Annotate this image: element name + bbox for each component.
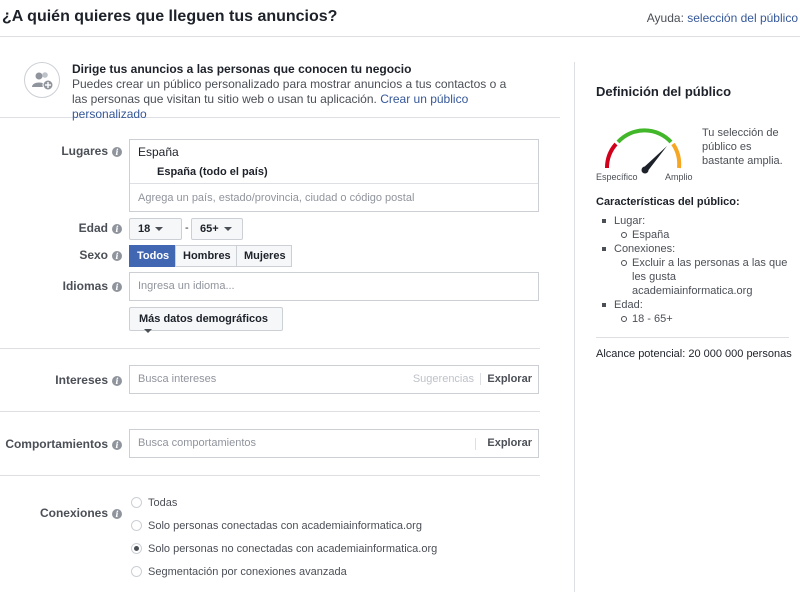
connections-option-advanced[interactable]: Segmentación por conexiones avanzada: [131, 566, 347, 578]
list-item: Lugar:: [596, 214, 791, 228]
info-icon[interactable]: i: [112, 509, 122, 519]
caret-down-icon: [155, 227, 164, 231]
radio-label: Solo personas no conectadas con academia…: [148, 543, 438, 555]
comportamientos-label-text: Comportamientos: [5, 437, 108, 451]
intro-heading: Dirige tus anuncios a las personas que c…: [72, 62, 412, 76]
divider: [0, 475, 540, 476]
gauge-description: Tu selección de público es bastante ampl…: [702, 127, 783, 167]
characteristics-list: Lugar: España Conexiones: Excluir a las …: [596, 214, 791, 326]
gauge-left-label: Específico: [596, 172, 638, 182]
edad-label: Edad i: [40, 221, 122, 235]
behaviors-search-field[interactable]: Busca comportamientos Explorar: [129, 429, 539, 458]
suggestions-button[interactable]: Sugerencias: [413, 373, 481, 385]
location-scope: España (todo el país): [157, 166, 268, 178]
radio-label: Solo personas conectadas con academiainf…: [148, 520, 422, 532]
audience-definition-panel: Definición del público Específico Amplio…: [574, 62, 800, 592]
explore-button[interactable]: Explorar: [487, 373, 532, 385]
info-icon[interactable]: i: [112, 376, 122, 386]
info-icon[interactable]: i: [112, 282, 122, 292]
intereses-label-text: Intereses: [55, 373, 108, 387]
radio-button[interactable]: [131, 497, 142, 508]
explore-button[interactable]: Explorar: [487, 437, 532, 449]
age-min-value: 18: [138, 223, 151, 235]
intereses-label: Intereses i: [20, 373, 122, 387]
behaviors-input[interactable]: Busca comportamientos: [138, 437, 256, 449]
custom-audience-intro: Dirige tus anuncios a las personas que c…: [0, 38, 560, 121]
page-header: ¿A quién quieres que lleguen tus anuncio…: [0, 0, 800, 37]
age-separator: -: [185, 222, 189, 234]
gender-all-button[interactable]: Todos: [129, 245, 176, 267]
gauge-right-label: Amplio: [665, 172, 693, 182]
age-max-dropdown[interactable]: 65+: [191, 218, 243, 240]
comportamientos-label: Comportamientos i: [4, 437, 122, 451]
age-max-value: 65+: [200, 223, 219, 235]
location-input[interactable]: Agrega un país, estado/provincia, ciudad…: [130, 183, 538, 211]
characteristics-title: Características del público:: [596, 196, 740, 208]
radio-button-selected[interactable]: [131, 543, 142, 554]
radio-button[interactable]: [131, 520, 142, 531]
edad-label-text: Edad: [78, 221, 108, 235]
page-title: ¿A quién quieres que lleguen tus anuncio…: [2, 8, 338, 25]
lugares-label-text: Lugares: [61, 144, 108, 158]
language-input[interactable]: Ingresa un idioma...: [129, 272, 539, 301]
sexo-label: Sexo i: [40, 248, 122, 262]
help-text: Ayuda: selección del público: [647, 11, 798, 25]
sexo-label-text: Sexo: [79, 248, 108, 262]
gender-men-button[interactable]: Hombres: [175, 245, 237, 267]
conexiones-label: Conexiones i: [20, 506, 122, 520]
panel-title: Definición del público: [596, 84, 732, 99]
divider: [0, 411, 540, 412]
interests-input[interactable]: Busca intereses: [138, 373, 216, 385]
caret-down-icon: [223, 227, 232, 231]
list-item: Edad:: [596, 298, 791, 312]
location-country: España: [138, 145, 179, 159]
list-subitem: España: [596, 228, 791, 242]
list-item: Conexiones:: [596, 242, 791, 256]
separator: [475, 438, 476, 450]
divider: [0, 348, 540, 349]
info-icon[interactable]: i: [112, 224, 122, 234]
radio-label: Segmentación por conexiones avanzada: [148, 566, 347, 578]
more-demographics-button[interactable]: Más datos demográficos: [129, 307, 283, 333]
interests-search-field[interactable]: Busca intereses Sugerencias Explorar: [129, 365, 539, 394]
info-icon[interactable]: i: [112, 147, 122, 157]
intro-body: Puedes crear un público personalizado pa…: [72, 77, 512, 122]
radio-button[interactable]: [131, 566, 142, 577]
list-subitem: Excluir a las personas a las que les gus…: [596, 256, 791, 298]
connections-option-not-connected[interactable]: Solo personas no conectadas con academia…: [131, 543, 437, 555]
location-field: España España (todo el país) Agrega un p…: [129, 139, 539, 212]
help-link[interactable]: selección del público: [687, 11, 798, 25]
caret-down-icon: [144, 329, 152, 333]
connections-option-all[interactable]: Todas: [131, 497, 177, 509]
gender-women-button[interactable]: Mujeres: [236, 245, 292, 267]
connections-option-connected[interactable]: Solo personas conectadas con academiainf…: [131, 520, 422, 532]
idiomas-label-text: Idiomas: [62, 279, 108, 293]
potential-reach: Alcance potencial: 20 000 000 personas: [596, 348, 792, 360]
more-demographics-label: Más datos demográficos: [139, 313, 268, 325]
conexiones-label-text: Conexiones: [39, 506, 108, 520]
audience-size-gauge: [604, 128, 682, 174]
add-people-icon: [24, 62, 60, 98]
age-min-dropdown[interactable]: 18: [129, 218, 182, 240]
info-icon[interactable]: i: [112, 440, 122, 450]
help-prefix: Ayuda:: [646, 11, 688, 25]
idiomas-label: Idiomas i: [40, 279, 122, 293]
radio-label: Todas: [148, 497, 178, 509]
lugares-label: Lugares i: [40, 144, 122, 158]
info-icon[interactable]: i: [112, 251, 122, 261]
divider: [596, 337, 789, 338]
list-subitem: 18 - 65+: [596, 312, 791, 326]
